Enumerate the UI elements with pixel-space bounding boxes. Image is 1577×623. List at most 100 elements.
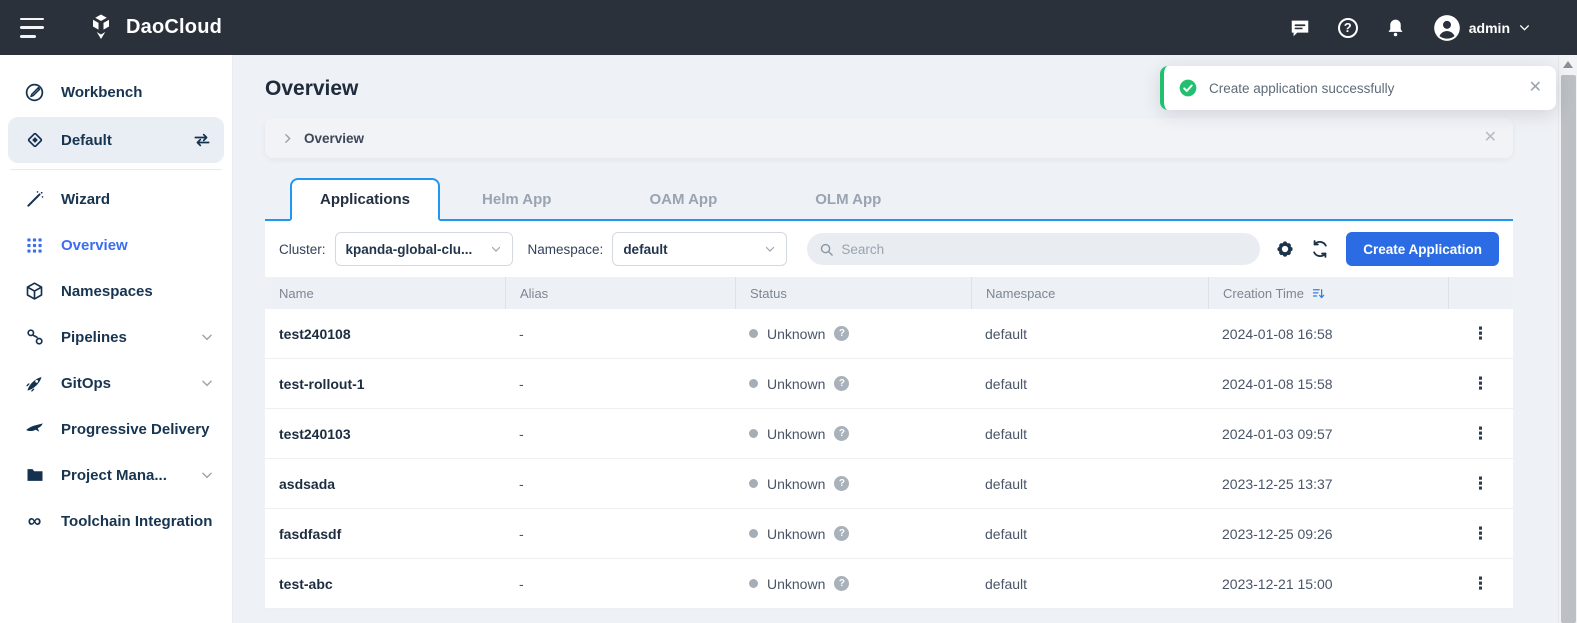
app-name[interactable]: test-abc xyxy=(265,576,505,592)
switch-workspace-icon[interactable] xyxy=(192,130,212,150)
app-name[interactable]: fasdfasdf xyxy=(265,526,505,542)
cluster-select[interactable]: kpanda-global-clu... xyxy=(335,232,513,266)
namespace-select[interactable]: default xyxy=(612,232,787,266)
scrollbar-up-arrow[interactable] xyxy=(1563,61,1573,68)
brand-name: DaoCloud xyxy=(126,16,222,39)
sidebar-item-label: Project Mana... xyxy=(61,467,184,484)
table-row[interactable]: test240103 - Unknown ? default 2024-01-0… xyxy=(265,409,1513,459)
sidebar-item-project-management[interactable]: Project Mana... xyxy=(0,452,232,498)
search-icon xyxy=(819,242,834,257)
table-header: Name Alias Status Namespace Creation Tim… xyxy=(265,277,1513,309)
top-navbar: DaoCloud ? admin xyxy=(0,0,1577,55)
status-help-icon[interactable]: ? xyxy=(834,376,849,391)
app-alias: - xyxy=(505,426,735,442)
app-namespace: default xyxy=(971,476,1208,492)
status-help-icon[interactable]: ? xyxy=(834,476,849,491)
chevron-down-icon xyxy=(200,330,214,344)
chevron-down-icon xyxy=(200,468,214,482)
status-help-icon[interactable]: ? xyxy=(834,526,849,541)
table-row[interactable]: test-abc - Unknown ? default 2023-12-21 … xyxy=(265,559,1513,609)
status-help-icon[interactable]: ? xyxy=(834,326,849,341)
sidebar-item-gitops[interactable]: GitOps xyxy=(0,360,232,406)
table-body: test240108 - Unknown ? default 2024-01-0… xyxy=(265,309,1513,609)
user-menu[interactable]: admin xyxy=(1433,14,1531,42)
sidebar-item-namespaces[interactable]: Namespaces xyxy=(0,268,232,314)
app-creation-time: 2024-01-03 09:57 xyxy=(1208,426,1448,442)
column-header-namespace: Namespace xyxy=(971,277,1208,309)
status-help-icon[interactable]: ? xyxy=(834,426,849,441)
column-header-creation-time[interactable]: Creation Time xyxy=(1208,277,1448,309)
column-header-actions xyxy=(1448,277,1513,309)
status-help-icon[interactable]: ? xyxy=(834,576,849,591)
app-name[interactable]: test-rollout-1 xyxy=(265,376,505,392)
rocket-icon xyxy=(24,373,45,394)
toast-message: Create application successfully xyxy=(1209,81,1394,96)
column-header-status: Status xyxy=(735,277,971,309)
sidebar-item-label: Progressive Delivery xyxy=(61,421,214,438)
breadcrumb-close-icon[interactable]: ✕ xyxy=(1484,130,1497,146)
sidebar-item-default-workspace[interactable]: Default xyxy=(8,117,224,163)
sidebar-item-pipelines[interactable]: Pipelines xyxy=(0,314,232,360)
tab-helm-app[interactable]: Helm App xyxy=(452,180,581,219)
table-row[interactable]: fasdfasdf - Unknown ? default 2023-12-25… xyxy=(265,509,1513,559)
sidebar-item-label: Workbench xyxy=(61,84,214,101)
toast-close-icon[interactable]: ✕ xyxy=(1529,80,1542,96)
menu-icon[interactable] xyxy=(20,18,48,38)
row-actions-kebab-icon[interactable]: ⋮ xyxy=(1472,524,1489,544)
app-name[interactable]: asdsada xyxy=(265,476,505,492)
app-creation-time: 2023-12-25 09:26 xyxy=(1208,526,1448,542)
messages-icon[interactable] xyxy=(1289,17,1311,39)
main-content: Overview Overview ✕ Applications Helm Ap… xyxy=(233,55,1577,623)
app-alias: - xyxy=(505,326,735,342)
sort-descending-icon[interactable] xyxy=(1311,286,1326,301)
status-label: Unknown xyxy=(767,476,825,492)
folder-icon xyxy=(24,465,45,486)
sidebar-item-wizard[interactable]: Wizard xyxy=(0,176,232,222)
success-check-icon xyxy=(1178,78,1198,98)
row-actions-kebab-icon[interactable]: ⋮ xyxy=(1472,574,1489,594)
sidebar-item-label: GitOps xyxy=(61,375,184,392)
status-label: Unknown xyxy=(767,376,825,392)
tab-applications[interactable]: Applications xyxy=(290,178,440,221)
app-namespace: default xyxy=(971,376,1208,392)
namespace-select-value: default xyxy=(623,242,667,257)
settings-gear-icon[interactable] xyxy=(1275,239,1295,259)
app-creation-time: 2024-01-08 16:58 xyxy=(1208,326,1448,342)
vertical-scrollbar xyxy=(1558,55,1577,623)
app-name[interactable]: test240108 xyxy=(265,326,505,342)
notifications-bell-icon[interactable] xyxy=(1385,17,1407,39)
row-actions-kebab-icon[interactable]: ⋮ xyxy=(1472,474,1489,494)
chevron-down-icon xyxy=(764,243,776,255)
status-dot xyxy=(749,579,758,588)
table-row[interactable]: asdsada - Unknown ? default 2023-12-25 1… xyxy=(265,459,1513,509)
refresh-icon[interactable] xyxy=(1310,239,1330,259)
table-row[interactable]: test-rollout-1 - Unknown ? default 2024-… xyxy=(265,359,1513,409)
row-actions-kebab-icon[interactable]: ⋮ xyxy=(1472,424,1489,444)
status-label: Unknown xyxy=(767,426,825,442)
row-actions-kebab-icon[interactable]: ⋮ xyxy=(1472,374,1489,394)
namespace-label: Namespace: xyxy=(528,242,604,257)
app-name[interactable]: test240103 xyxy=(265,426,505,442)
tab-oam-app[interactable]: OAM App xyxy=(619,180,747,219)
create-application-button[interactable]: Create Application xyxy=(1346,232,1499,266)
scrollbar-thumb[interactable] xyxy=(1561,75,1576,623)
sidebar-item-label: Toolchain Integration xyxy=(61,513,214,530)
chevron-down-icon xyxy=(1518,21,1531,34)
sidebar-item-toolchain-integration[interactable]: ∞ Toolchain Integration xyxy=(0,498,232,544)
status-dot xyxy=(749,429,758,438)
table-row[interactable]: test240108 - Unknown ? default 2024-01-0… xyxy=(265,309,1513,359)
sidebar-item-overview[interactable]: Overview xyxy=(0,222,232,268)
column-header-name: Name xyxy=(265,277,505,309)
sidebar-item-label: Overview xyxy=(61,237,214,254)
help-icon[interactable]: ? xyxy=(1337,17,1359,39)
status-label: Unknown xyxy=(767,576,825,592)
search-input[interactable] xyxy=(841,242,1248,257)
chevron-right-icon xyxy=(281,132,294,145)
sidebar: Workbench Default Wizard Overview xyxy=(0,55,233,623)
sidebar-item-workbench[interactable]: Workbench xyxy=(0,69,232,115)
sidebar-item-progressive-delivery[interactable]: Progressive Delivery xyxy=(0,406,232,452)
tab-olm-app[interactable]: OLM App xyxy=(785,180,911,219)
breadcrumb-item-overview[interactable]: Overview xyxy=(304,131,364,146)
status-label: Unknown xyxy=(767,326,825,342)
row-actions-kebab-icon[interactable]: ⋮ xyxy=(1472,324,1489,344)
